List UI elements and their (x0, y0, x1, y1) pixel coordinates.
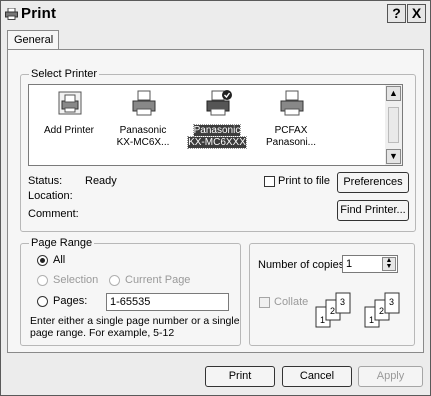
status-label: Status: (28, 175, 63, 187)
collate-pages-icon: 1 2 3 1 2 3 (315, 292, 400, 328)
current-page-label: Current Page (125, 274, 191, 286)
selection-radio[interactable] (37, 275, 48, 286)
collate-page-label: 3 (340, 297, 345, 307)
collate-checkbox[interactable] (259, 297, 270, 308)
all-radio[interactable] (37, 255, 48, 266)
printer-item-label: Panasonic KX-MC6XXX (187, 124, 247, 149)
pages-input[interactable]: 1-65535 (106, 293, 229, 311)
pages-radio[interactable] (37, 296, 48, 307)
all-label: All (53, 254, 66, 266)
collate-page-label: 3 (389, 297, 394, 307)
select-printer-legend: Select Printer (29, 68, 100, 80)
printer-item-kx-mc6x-1[interactable]: Panasonic KX-MC6X... (107, 85, 179, 165)
printer-item-label: Add Printer (43, 125, 95, 136)
preferences-button[interactable]: Preferences (337, 172, 409, 193)
copies-value: 1 (346, 258, 353, 270)
page-range-legend: Page Range (29, 237, 95, 249)
scroll-thumb[interactable] (388, 107, 399, 143)
collate-label: Collate (274, 296, 309, 308)
printer-item-label: Panasonic KX-MC6X... (116, 125, 170, 148)
comment-label: Comment: (28, 208, 79, 220)
printer-item-add-printer[interactable]: Add Printer (33, 85, 105, 165)
collate-page-label: 2 (379, 306, 384, 316)
scroll-down-icon[interactable]: ▼ (386, 149, 401, 164)
scroll-up-icon[interactable]: ▲ (386, 86, 401, 101)
apply-button[interactable]: Apply (358, 366, 423, 387)
copies-input[interactable]: 1 ▲ ▼ (342, 255, 398, 273)
printer-item-kx-mc6xxx[interactable]: Panasonic KX-MC6XXX (181, 85, 253, 165)
selection-label: Selection (53, 274, 99, 286)
printer-list[interactable]: Add Printer Panasonic KX-MC6X... Panasoni… (28, 84, 403, 166)
window-title: Print (21, 5, 57, 22)
printer-icon (5, 8, 18, 20)
location-label: Location: (28, 190, 73, 202)
number-of-copies-label: Number of copies: (258, 259, 348, 271)
spinner-icon[interactable]: ▲ ▼ (382, 257, 396, 271)
print-dialog: Print ? X General Select Printer Add Pri… (0, 0, 431, 396)
print-button[interactable]: Print (205, 366, 275, 387)
printer-item-pcfax[interactable]: PCFAX Panasoni... (255, 85, 327, 165)
fax-printer-icon (280, 90, 304, 116)
current-page-radio[interactable] (109, 275, 120, 286)
default-printer-icon (206, 90, 232, 116)
collate-page-label: 1 (320, 315, 325, 325)
find-printer-button[interactable]: Find Printer... (337, 200, 409, 221)
page-range-help-text: Enter either a single page number or a s… (30, 315, 240, 339)
collate-page-label: 1 (369, 315, 374, 325)
collate-page-label: 2 (330, 306, 335, 316)
print-to-file-label: Print to file (278, 175, 330, 187)
help-button[interactable]: ? (387, 4, 406, 23)
printer-item-label: PCFAX Panasoni... (265, 125, 317, 148)
status-value: Ready (85, 175, 117, 187)
tab-general[interactable]: General (7, 30, 59, 49)
add-printer-icon (58, 91, 82, 115)
cancel-button[interactable]: Cancel (282, 366, 352, 387)
printer-list-scrollbar[interactable]: ▲ ▼ (385, 85, 402, 165)
print-to-file-checkbox[interactable] (264, 176, 275, 187)
printer-icon (132, 90, 156, 116)
close-button[interactable]: X (407, 4, 426, 23)
pages-label: Pages: (53, 295, 88, 307)
title-bar: Print ? X (1, 1, 430, 27)
